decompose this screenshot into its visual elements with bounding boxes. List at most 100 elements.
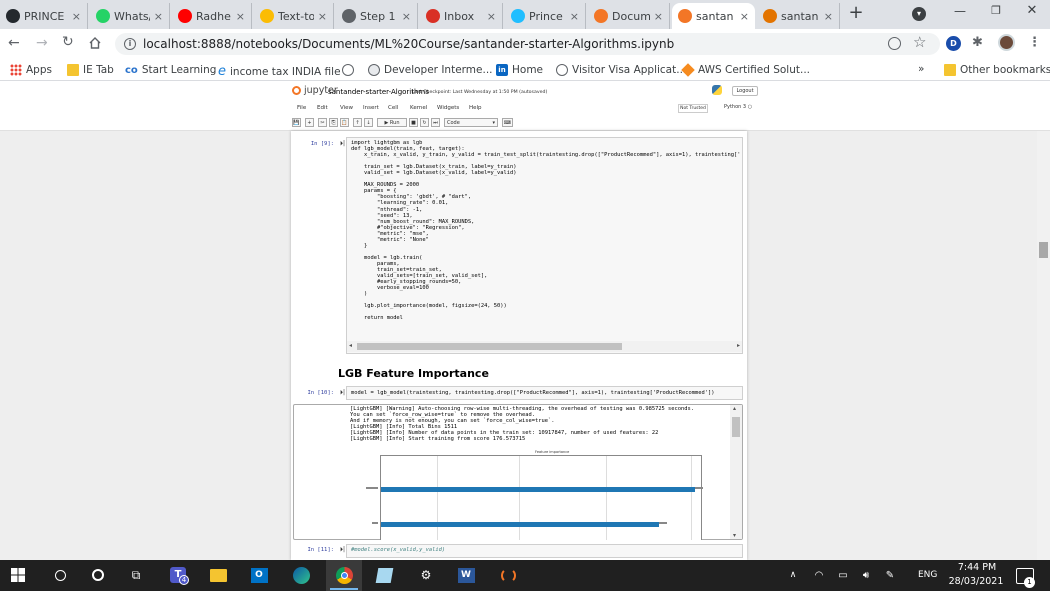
profile-d-icon[interactable]: D [946,36,961,51]
extensions-icon[interactable]: ✱ [972,35,983,50]
close-icon[interactable]: × [824,10,833,23]
cell-type-select[interactable]: Code ▾ [444,118,498,127]
code-editor[interactable]: import lightgbm as lgb def lgb_model(tra… [351,140,741,340]
menu-cell[interactable]: Cell [388,105,398,111]
home-button[interactable] [88,35,102,49]
clock-date[interactable]: 28/03/2021 [948,576,1004,587]
word-icon[interactable]: W [456,565,476,585]
bookmark-ie-tab[interactable]: IE Tab [67,64,114,76]
edge-icon[interactable] [291,565,311,585]
scroll-thumb[interactable] [357,343,622,350]
scroll-down-icon[interactable]: ▾ [733,532,736,539]
new-tab-button[interactable]: + [846,4,866,24]
output-scrollbar[interactable]: ▴ ▾ [730,405,742,539]
move-up-button[interactable]: ↑ [353,118,362,127]
bookmark-start-learning[interactable]: co Start Learning [125,64,216,76]
scroll-left-icon[interactable]: ◂ [349,342,352,349]
horizontal-scrollbar[interactable]: ◂ ▸ [347,341,742,352]
restart-button[interactable]: ↻ [420,118,429,127]
menu-file[interactable]: File [297,105,306,111]
menu-insert[interactable]: Insert [363,105,379,111]
scroll-up-icon[interactable]: ▴ [733,405,736,412]
bookmark-home[interactable]: in Home [496,64,543,76]
site-info-icon[interactable]: i [124,38,136,50]
scroll-thumb[interactable] [1039,242,1048,258]
battery-icon[interactable]: ▭ [833,565,853,585]
notepad-icon[interactable] [374,565,394,585]
url-text[interactable]: localhost:8888/notebooks/Documents/ML%20… [143,37,674,51]
logout-button[interactable]: Logout [732,86,758,96]
close-icon[interactable]: × [402,10,411,23]
menu-edit[interactable]: Edit [317,105,328,111]
close-icon[interactable]: × [570,10,579,23]
save-button[interactable]: 💾 [292,118,301,127]
trusted-badge[interactable]: Not Trusted [678,104,708,113]
bookmark-globe[interactable] [342,64,358,76]
outlook-icon[interactable]: O [249,565,269,585]
tab-7[interactable]: Docum × [588,3,670,29]
code-editor[interactable]: model = lgb_model(traintesting, traintes… [351,390,741,396]
bookmark-visitor-visa[interactable]: Visitor Visa Applicat... [556,64,686,76]
restart-run-all-button[interactable]: ⏭ [431,118,440,127]
chrome-icon[interactable] [334,565,354,585]
forward-button[interactable]: → [36,35,48,51]
close-icon[interactable]: × [236,10,245,23]
bookmark-apps[interactable]: Apps [10,64,52,76]
bookmark-developer[interactable]: Developer Interme... [368,64,493,76]
avatar[interactable] [998,34,1015,51]
tab-6[interactable]: Prince × [505,3,586,29]
menu-widgets[interactable]: Widgets [437,105,459,111]
run-cell-icon[interactable]: ⏵| [340,140,345,148]
close-icon[interactable]: × [318,10,327,23]
windows-start-icon[interactable] [8,565,28,585]
menu-icon[interactable]: ⋮ [1028,35,1041,50]
jupyter-taskbar-icon[interactable] [498,565,518,585]
restore-button[interactable]: ❐ [986,4,1006,22]
scroll-right-icon[interactable]: ▸ [737,342,740,349]
command-palette-button[interactable]: ⌨ [502,118,513,127]
paste-button[interactable]: 📋 [340,118,349,127]
cortana-icon[interactable] [88,565,108,585]
tab-9[interactable]: santan × [757,3,840,29]
tab-1[interactable]: Whats/ × [90,3,170,29]
menu-help[interactable]: Help [469,105,482,111]
close-window-button[interactable]: ✕ [1022,3,1042,21]
bookmarks-overflow[interactable]: » [918,63,924,75]
code-editor[interactable]: #model.score(x_valid,y_valid) [351,547,741,553]
bookmark-income-tax[interactable]: e income tax INDIA file [218,64,341,79]
bookmark-aws[interactable]: AWS Certified Solut... [681,63,810,77]
tab-2[interactable]: Radhe × [172,3,252,29]
scroll-thumb[interactable] [732,417,740,437]
close-icon[interactable]: × [654,10,663,23]
interrupt-button[interactable]: ■ [409,118,418,127]
kernel-indicator[interactable]: Python 3 ○ [724,104,752,110]
minimize-button[interactable]: — [950,4,970,22]
tab-4[interactable]: Step 1 × [336,3,418,29]
task-view-icon[interactable]: ⧉ [126,565,146,585]
insert-cell-button[interactable]: + [305,118,314,127]
cut-button[interactable]: ✂ [318,118,327,127]
tray-chevron-icon[interactable]: ∧ [783,565,803,585]
back-button[interactable]: ← [8,35,20,51]
pen-icon[interactable]: ✎ [880,565,900,585]
zoom-icon[interactable] [888,37,901,50]
menu-kernel[interactable]: Kernel [410,105,427,111]
bookmark-other[interactable]: Other bookmarks [944,64,1050,76]
tab-search-icon[interactable]: ▾ [912,7,926,21]
bookmark-star-icon[interactable]: ☆ [913,33,926,51]
menu-view[interactable]: View [340,105,353,111]
run-button[interactable]: ▶ Run [377,118,407,127]
tab-8[interactable]: santan × [672,3,755,29]
close-icon[interactable]: × [154,10,163,23]
file-explorer-icon[interactable] [208,565,228,585]
tab-0[interactable]: PRINCE × [0,3,88,29]
clock-time[interactable]: 7:44 PM [952,562,1002,573]
search-icon[interactable] [50,565,70,585]
volume-icon[interactable]: 🔊︎ [856,565,876,585]
tab-5[interactable]: Inbox × [420,3,503,29]
settings-gear-icon[interactable]: ⚙ [416,565,436,585]
page-scrollbar[interactable] [1037,131,1050,560]
close-icon[interactable]: × [487,10,496,23]
tab-3[interactable]: Text-to × [254,3,334,29]
reload-button[interactable]: ↻ [62,34,74,50]
